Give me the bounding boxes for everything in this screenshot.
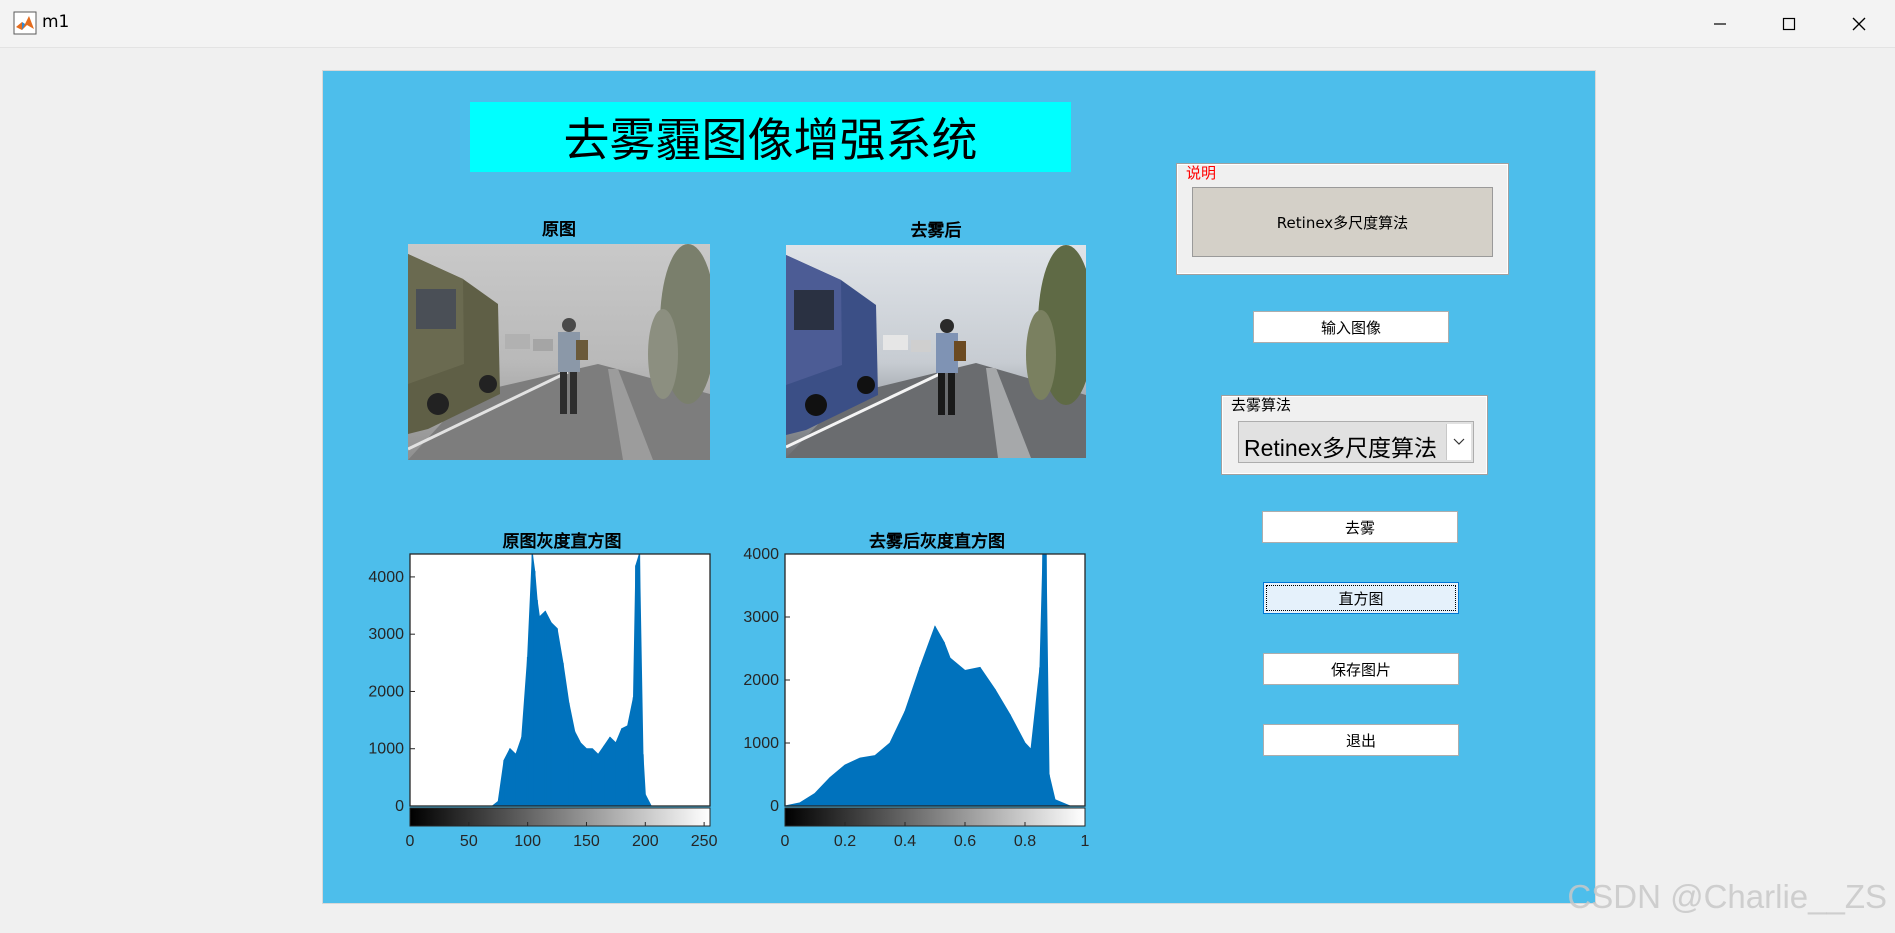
exit-button[interactable]: 退出 <box>1263 724 1459 756</box>
window-title-bar <box>0 0 1895 48</box>
watermark-text: CSDN @Charlie__ZS <box>1567 878 1887 915</box>
window-title: m1 <box>42 12 70 32</box>
x-tick-label: 0 <box>406 833 415 850</box>
x-tick-label: 0.6 <box>954 833 976 850</box>
x-tick-label: 1 <box>1081 833 1090 850</box>
minimize-button[interactable] <box>1685 0 1755 47</box>
gray-colorbar <box>409 807 711 827</box>
y-tick-label: 3000 <box>743 609 779 626</box>
y-tick-label: 1000 <box>368 741 404 758</box>
y-tick-label: 0 <box>770 798 779 815</box>
description-text: Retinex多尺度算法 <box>1192 187 1493 257</box>
system-title: 去雾霾图像增强系统 <box>470 102 1071 172</box>
maximize-button[interactable] <box>1754 0 1824 47</box>
x-tick-label: 250 <box>691 833 718 850</box>
gray-colorbar <box>784 807 1086 827</box>
x-tick-label: 200 <box>632 833 659 850</box>
input-image-button[interactable]: 输入图像 <box>1253 311 1449 343</box>
original-image-title: 原图 <box>542 220 576 240</box>
y-tick-label: 3000 <box>368 626 404 643</box>
close-icon <box>1852 17 1866 30</box>
histogram-button[interactable]: 直方图 <box>1263 582 1459 614</box>
dehazed-image-title: 去雾后 <box>910 221 962 241</box>
y-tick-label: 1000 <box>743 735 779 752</box>
chevron-down-icon <box>1453 438 1465 445</box>
matlab-app-icon <box>13 11 37 35</box>
x-tick-label: 0.4 <box>894 833 916 850</box>
original-image <box>408 244 710 460</box>
x-tick-label: 0.2 <box>834 833 856 850</box>
x-tick-label: 50 <box>460 833 478 850</box>
x-tick-label: 100 <box>514 833 541 850</box>
x-tick-label: 0 <box>781 833 790 850</box>
y-tick-label: 0 <box>395 798 404 815</box>
x-tick-label: 0.8 <box>1014 833 1036 850</box>
maximize-icon <box>1782 17 1796 30</box>
hist-original-chart: 0 1000 2000 3000 4000 0 50 100 150 200 250 <box>368 553 718 850</box>
algorithm-legend: 去雾算法 <box>1229 396 1294 414</box>
dehazed-image <box>786 245 1086 458</box>
y-tick-label: 2000 <box>743 672 779 689</box>
minimize-icon <box>1714 22 1726 25</box>
hist-dehazed-chart: 0 1000 2000 3000 4000 0 0.2 0.4 0.6 0.8 1 <box>743 548 1090 850</box>
close-button[interactable] <box>1824 0 1894 47</box>
y-tick-label: 4000 <box>368 569 404 586</box>
y-tick-label: 2000 <box>368 683 404 700</box>
y-tick-label: 4000 <box>743 548 779 563</box>
algorithm-select[interactable]: Retinex多尺度算法 <box>1238 421 1474 463</box>
algorithm-select-value: Retinex多尺度算法 <box>1244 435 1437 461</box>
save-image-button[interactable]: 保存图片 <box>1263 653 1459 685</box>
dehaze-button[interactable]: 去雾 <box>1262 511 1458 543</box>
description-legend: 说明 <box>1184 164 1219 182</box>
select-arrow[interactable] <box>1446 424 1471 460</box>
x-tick-label: 150 <box>573 833 600 850</box>
